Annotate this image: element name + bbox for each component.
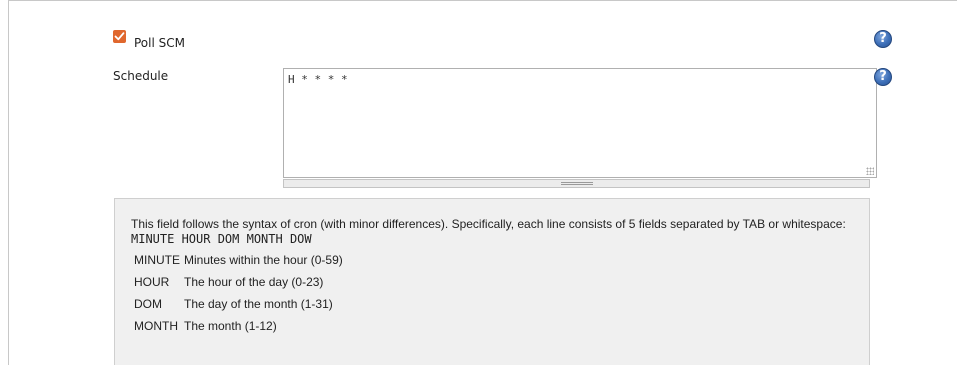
- field-description: The hour of the day (0-23): [184, 275, 324, 289]
- checkmark-icon: [114, 32, 125, 41]
- help-intro-text: This field follows the syntax of cron (w…: [131, 217, 846, 231]
- field-name: DOM: [134, 297, 162, 311]
- cron-syntax-line: MINUTE HOUR DOM MONTH DOW: [131, 232, 312, 246]
- field-description: The day of the month (1-31): [184, 297, 333, 311]
- drag-grip-icon: [561, 182, 593, 185]
- cron-fields-table: MINUTE Minutes within the hour (0-59) HO…: [132, 249, 347, 337]
- table-row: MINUTE Minutes within the hour (0-59): [132, 249, 347, 271]
- field-description: The month (1-12): [184, 319, 277, 333]
- schedule-label: Schedule: [113, 69, 169, 83]
- table-row: HOUR The hour of the day (0-23): [132, 271, 347, 293]
- textarea-resize-bar[interactable]: [283, 179, 870, 188]
- field-description: Minutes within the hour (0-59): [184, 253, 343, 267]
- poll-scm-label: Poll SCM: [134, 36, 185, 50]
- poll-scm-help-icon[interactable]: ?: [874, 30, 892, 48]
- schedule-value: H * * * *: [288, 73, 348, 86]
- table-row: DOM The day of the month (1-31): [132, 293, 347, 315]
- resize-grip-icon[interactable]: [866, 167, 874, 175]
- table-row: MONTH The month (1-12): [132, 315, 347, 337]
- schedule-help-panel: This field follows the syntax of cron (w…: [114, 198, 870, 365]
- field-name: MONTH: [134, 319, 178, 333]
- schedule-help-icon[interactable]: ?: [874, 68, 892, 86]
- field-name: HOUR: [134, 275, 170, 289]
- field-name: MINUTE: [134, 253, 180, 267]
- schedule-textarea[interactable]: H * * * *: [283, 68, 877, 178]
- poll-scm-checkbox[interactable]: [113, 30, 126, 43]
